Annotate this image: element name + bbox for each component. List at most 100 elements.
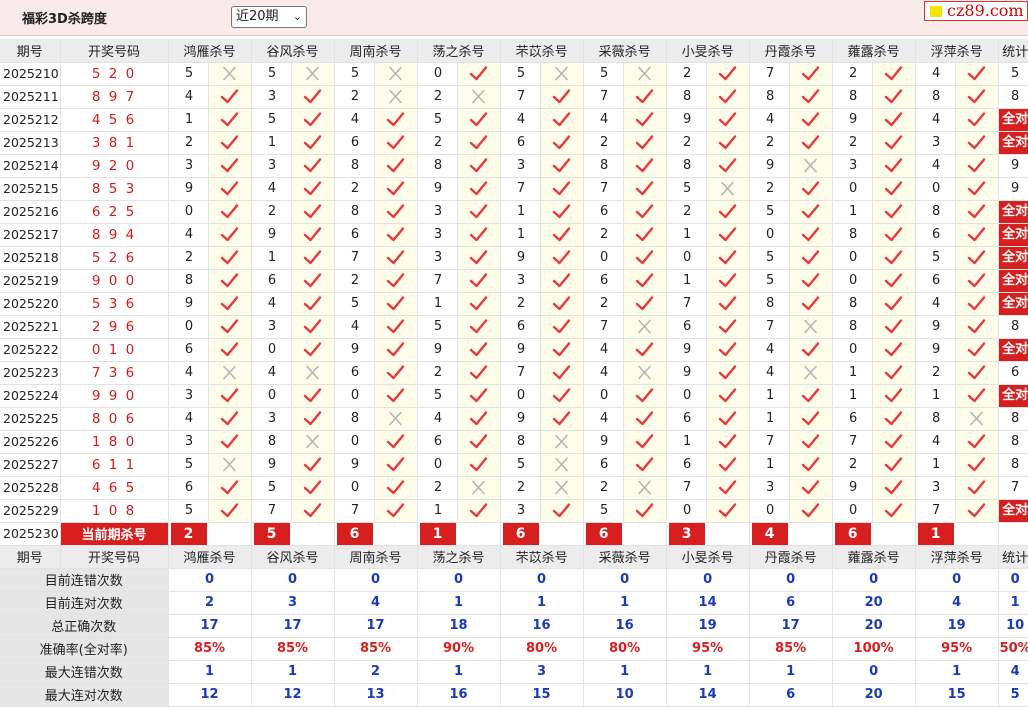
stats-value: 85% — [251, 637, 335, 661]
check-icon — [457, 62, 501, 86]
kill-number: 9 — [666, 108, 707, 132]
kill-number: 5 — [500, 453, 541, 477]
issue-number: 2025228 — [0, 476, 61, 500]
kill-number: 9 — [168, 292, 209, 316]
issue-number: 2025215 — [0, 177, 61, 201]
kill-number: 5 — [915, 246, 956, 270]
stats-value: 85% — [749, 637, 833, 661]
check-icon — [457, 338, 501, 362]
kill-number: 3 — [251, 154, 292, 178]
kill-number: 8 — [500, 430, 541, 454]
kill-number: 2 — [334, 269, 375, 293]
check-icon — [208, 108, 252, 132]
draw-row: 2025210 5 2 055505527245 — [0, 62, 1028, 86]
stat-cell: 9 — [998, 154, 1028, 178]
draw-row: 2025221 2 9 60 3 4 5 6 7 6 7 8 9 8 — [0, 315, 1028, 339]
check-icon — [540, 361, 584, 385]
stats-value: 0 — [251, 568, 335, 592]
check-icon — [955, 269, 999, 293]
stats-value: 0 — [583, 568, 667, 592]
kill-number: 8 — [915, 85, 956, 109]
check-icon — [623, 177, 667, 201]
check-icon — [623, 407, 667, 431]
column-header: 周南杀号 — [334, 545, 418, 569]
period-select[interactable]: 近20期 ⌄ — [231, 6, 307, 28]
kill-number: 4 — [583, 361, 624, 385]
stat-cell: 5 — [998, 62, 1028, 86]
draw-numbers: 3 8 1 — [60, 131, 169, 155]
check-icon — [872, 315, 916, 339]
column-header: 丹霞杀号 — [749, 545, 833, 569]
current-kill-cell: 1 — [417, 522, 501, 546]
check-icon — [623, 453, 667, 477]
current-kill-number: 6 — [502, 522, 539, 544]
kill-number: 4 — [583, 108, 624, 132]
stats-label: 目前连对次数 — [0, 591, 169, 615]
check-icon — [540, 154, 584, 178]
issue-number: 2025224 — [0, 384, 61, 408]
draw-numbers: 8 0 6 — [60, 407, 169, 431]
current-kill-label: 当前期杀号 — [60, 522, 169, 546]
kill-number: 1 — [666, 430, 707, 454]
column-header: 丹霞杀号 — [749, 39, 833, 63]
kill-number: 2 — [168, 246, 209, 270]
check-icon — [789, 476, 833, 500]
stats-value: 14 — [666, 591, 750, 615]
check-icon — [291, 131, 335, 155]
check-icon — [291, 338, 335, 362]
check-icon — [789, 499, 833, 523]
cross-icon — [291, 430, 335, 454]
check-icon — [374, 200, 418, 224]
kill-number: 2 — [666, 62, 707, 86]
stats-value: 2 — [334, 660, 418, 684]
kill-number: 8 — [168, 269, 209, 293]
check-icon — [872, 108, 916, 132]
kill-number: 8 — [251, 430, 292, 454]
column-header: 谷风杀号 — [251, 545, 335, 569]
kill-number: 5 — [417, 108, 458, 132]
kill-number: 5 — [334, 292, 375, 316]
check-icon — [540, 269, 584, 293]
kill-number: 6 — [334, 223, 375, 247]
draw-row: 2025211 8 9 74 3 2 2 7 7 8 8 8 8 8 — [0, 85, 1028, 109]
draw-row: 2025217 8 9 4 4 9 6 3 1 2 1 0 8 6 全对 — [0, 223, 1028, 247]
column-header: 鸿雁杀号 — [168, 39, 252, 63]
stat-cell: 全对 — [998, 338, 1028, 362]
check-icon — [540, 177, 584, 201]
header-row: 期号 开奖号码 鸿雁杀号 谷风杀号 周南杀号 荡之杀号 芣苡杀号 采薇杀号 小旻杀号 丹霞杀号 蕹露… — [0, 545, 1028, 569]
check-icon — [457, 430, 501, 454]
check-icon — [872, 407, 916, 431]
column-header: 芣苡杀号 — [500, 39, 584, 63]
check-icon — [706, 108, 750, 132]
stat-cell: 全对 — [998, 108, 1028, 132]
kill-number: 5 — [583, 62, 624, 86]
check-icon — [374, 315, 418, 339]
check-icon — [208, 384, 252, 408]
issue-number: 2025223 — [0, 361, 61, 385]
check-icon — [706, 85, 750, 109]
kill-number: 9 — [749, 154, 790, 178]
site-logo[interactable]: cz89.com — [924, 1, 1028, 21]
kill-number: 2 — [915, 361, 956, 385]
stats-value: 1 — [168, 660, 252, 684]
check-icon — [540, 200, 584, 224]
kill-number: 4 — [915, 62, 956, 86]
kill-number: 6 — [583, 453, 624, 477]
issue-number: 2025211 — [0, 85, 61, 109]
kill-number: 1 — [168, 108, 209, 132]
draw-numbers: 1 0 8 — [60, 499, 169, 523]
check-icon — [208, 499, 252, 523]
kill-number: 9 — [832, 476, 873, 500]
column-header: 浮萍杀号 — [915, 545, 999, 569]
kill-number: 4 — [251, 361, 292, 385]
kill-number: 1 — [832, 361, 873, 385]
check-icon — [955, 476, 999, 500]
all-correct-badge: 全对 — [999, 292, 1028, 314]
cross-icon — [374, 62, 418, 86]
check-icon — [955, 177, 999, 201]
kill-number: 2 — [334, 177, 375, 201]
check-icon — [291, 292, 335, 316]
check-icon — [540, 499, 584, 523]
stats-value: 95% — [666, 637, 750, 661]
kill-number: 3 — [251, 407, 292, 431]
